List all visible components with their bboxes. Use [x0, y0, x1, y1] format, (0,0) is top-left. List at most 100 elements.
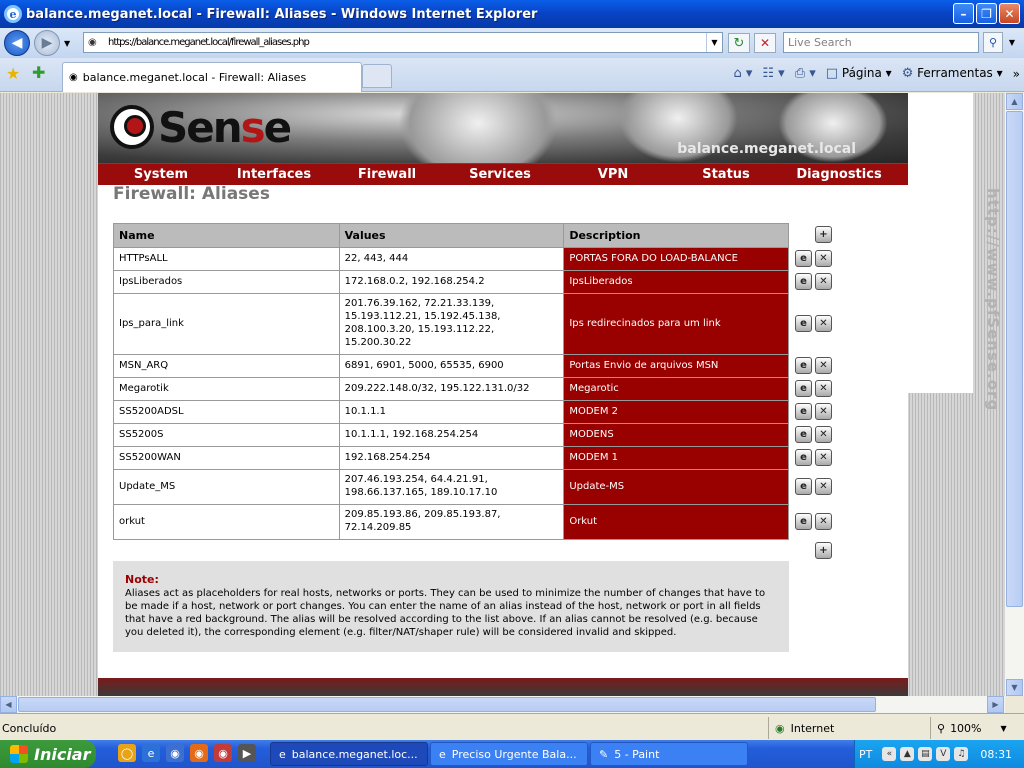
- delete-icon[interactable]: ✕: [815, 513, 832, 530]
- delete-icon[interactable]: ✕: [815, 403, 832, 420]
- delete-icon[interactable]: ✕: [815, 449, 832, 466]
- add-favorite-icon[interactable]: ✚: [32, 63, 45, 82]
- scroll-left-icon[interactable]: ◀: [0, 696, 17, 713]
- player-icon[interactable]: ▶: [238, 744, 256, 762]
- feeds-icon[interactable]: ☷ ▾: [762, 66, 784, 81]
- address-input[interactable]: https://balance.meganet.local/firewall_a…: [108, 37, 310, 48]
- table-row: SS5200WAN 192.168.254.254 MODEM 1: [113, 446, 789, 470]
- table-row: HTTPsALL 22, 443, 444 PORTAS FORA DO LOA…: [113, 247, 789, 271]
- horizontal-scroll-thumb[interactable]: [18, 697, 876, 712]
- search-icon[interactable]: ⚲: [983, 32, 1003, 53]
- alias-name: SS5200WAN: [113, 446, 340, 470]
- logo-text-e: e: [263, 102, 292, 152]
- delete-icon[interactable]: ✕: [815, 478, 832, 495]
- start-button[interactable]: Iniciar: [0, 740, 96, 768]
- close-button[interactable]: ✕: [999, 3, 1020, 24]
- menu-vpn[interactable]: VPN: [550, 164, 676, 185]
- menu-status[interactable]: Status: [676, 164, 776, 185]
- edit-icon[interactable]: e: [795, 403, 812, 420]
- alias-values: 10.1.1.1, 192.168.254.254: [338, 423, 565, 447]
- volume-icon[interactable]: ♫: [954, 747, 969, 761]
- antivirus-icon[interactable]: V: [936, 747, 951, 761]
- edit-icon[interactable]: e: [795, 273, 812, 290]
- outlook-icon[interactable]: ◯: [118, 744, 136, 762]
- menu-firewall[interactable]: Firewall: [324, 164, 450, 185]
- site-favicon-icon: ◉: [88, 37, 97, 48]
- language-indicator[interactable]: PT: [859, 748, 872, 761]
- favorites-star-icon[interactable]: ★: [6, 64, 20, 83]
- delete-icon[interactable]: ✕: [815, 380, 832, 397]
- delete-icon[interactable]: ✕: [815, 426, 832, 443]
- taskbar-item-ie[interactable]: e balance.meganet.loc...: [270, 742, 428, 766]
- edit-icon[interactable]: e: [795, 513, 812, 530]
- edit-icon[interactable]: e: [795, 315, 812, 332]
- footer-bar: [98, 678, 908, 696]
- edit-icon[interactable]: e: [795, 426, 812, 443]
- edit-icon[interactable]: e: [795, 357, 812, 374]
- note-title: Note:: [125, 573, 159, 586]
- ie-task-icon: e: [439, 747, 446, 761]
- edit-icon[interactable]: e: [795, 250, 812, 267]
- history-dropdown-icon[interactable]: ▼: [64, 39, 70, 48]
- add-alias-icon[interactable]: +: [815, 542, 832, 559]
- taskbar-item-browser[interactable]: e Preciso Urgente Bala...: [430, 742, 588, 766]
- network-icon[interactable]: ▤: [918, 747, 933, 761]
- ie-quicklaunch-icon[interactable]: e: [142, 744, 160, 762]
- search-input[interactable]: Live Search: [783, 32, 979, 53]
- logo-text-s: s: [240, 102, 266, 152]
- pfsense-logo[interactable]: Sense: [110, 101, 292, 153]
- right-panel: [908, 93, 973, 393]
- quick-launch: ◯ e ◉ ◉ ◉ ▶: [118, 744, 256, 762]
- tray-expand-icon[interactable]: «: [882, 747, 897, 761]
- menu-services[interactable]: Services: [450, 164, 550, 185]
- tools-menu[interactable]: ⚙ Ferramentas ▾: [902, 66, 1003, 81]
- alias-values: 209.85.193.86, 209.85.193.87, 72.14.209.…: [338, 504, 565, 540]
- page-menu[interactable]: □ Página ▾: [826, 66, 892, 81]
- vertical-scroll-thumb[interactable]: [1006, 111, 1023, 607]
- security-zone[interactable]: ◉ Internet: [768, 717, 923, 739]
- security-shield-icon[interactable]: ▲: [900, 747, 915, 761]
- page-menu-label: Página: [841, 66, 882, 80]
- delete-icon[interactable]: ✕: [815, 357, 832, 374]
- minimize-button[interactable]: –: [953, 3, 974, 24]
- search-options-icon[interactable]: ▼: [1005, 32, 1019, 53]
- vertical-scrollbar[interactable]: ▲ ▼: [1005, 93, 1024, 696]
- zoom-dropdown-icon[interactable]: ▼: [1001, 724, 1007, 733]
- menu-diagnostics[interactable]: Diagnostics: [776, 164, 902, 185]
- zoom-control[interactable]: ⚲ 100% ▼: [930, 717, 1020, 739]
- print-icon[interactable]: ⎙ ▾: [795, 66, 816, 81]
- alias-name: Megarotik: [113, 377, 340, 401]
- scroll-right-icon[interactable]: ▶: [987, 696, 1004, 713]
- maximize-button[interactable]: ❐: [976, 3, 997, 24]
- tab-active[interactable]: ◉ balance.meganet.local - Firewall: Alia…: [62, 62, 362, 92]
- menu-interfaces[interactable]: Interfaces: [224, 164, 324, 185]
- new-tab-button[interactable]: [362, 64, 392, 88]
- add-alias-icon[interactable]: +: [815, 226, 832, 243]
- app-icon[interactable]: ◉: [166, 744, 184, 762]
- home-icon[interactable]: ⌂ ▾: [733, 66, 752, 81]
- edit-icon[interactable]: e: [795, 449, 812, 466]
- firefox-icon[interactable]: ◉: [190, 744, 208, 762]
- alias-name: HTTPsALL: [113, 247, 340, 271]
- forward-button[interactable]: ▶: [34, 30, 60, 56]
- scroll-up-icon[interactable]: ▲: [1006, 93, 1023, 110]
- more-commands-icon[interactable]: »: [1013, 67, 1020, 81]
- window-titlebar[interactable]: e balance.meganet.local - Firewall: Alia…: [0, 0, 1024, 28]
- delete-icon[interactable]: ✕: [815, 273, 832, 290]
- delete-icon[interactable]: ✕: [815, 315, 832, 332]
- scroll-down-icon[interactable]: ▼: [1006, 679, 1023, 696]
- horizontal-scrollbar[interactable]: ◀ ▶: [0, 696, 1005, 713]
- address-bar[interactable]: ◉ https://balance.meganet.local/firewall…: [83, 32, 723, 53]
- menu-system[interactable]: System: [98, 164, 224, 185]
- delete-icon[interactable]: ✕: [815, 250, 832, 267]
- edit-icon[interactable]: e: [795, 478, 812, 495]
- stop-button[interactable]: ✕: [754, 33, 776, 53]
- media-icon[interactable]: ◉: [214, 744, 232, 762]
- refresh-button[interactable]: ↻: [728, 33, 750, 53]
- column-header-name: Name: [113, 223, 340, 248]
- edit-icon[interactable]: e: [795, 380, 812, 397]
- taskbar-item-paint[interactable]: ✎ 5 - Paint: [590, 742, 748, 766]
- address-dropdown-icon[interactable]: ▼: [706, 33, 722, 52]
- alias-values: 172.168.0.2, 192.168.254.2: [338, 270, 565, 294]
- back-button[interactable]: ◀: [4, 30, 30, 56]
